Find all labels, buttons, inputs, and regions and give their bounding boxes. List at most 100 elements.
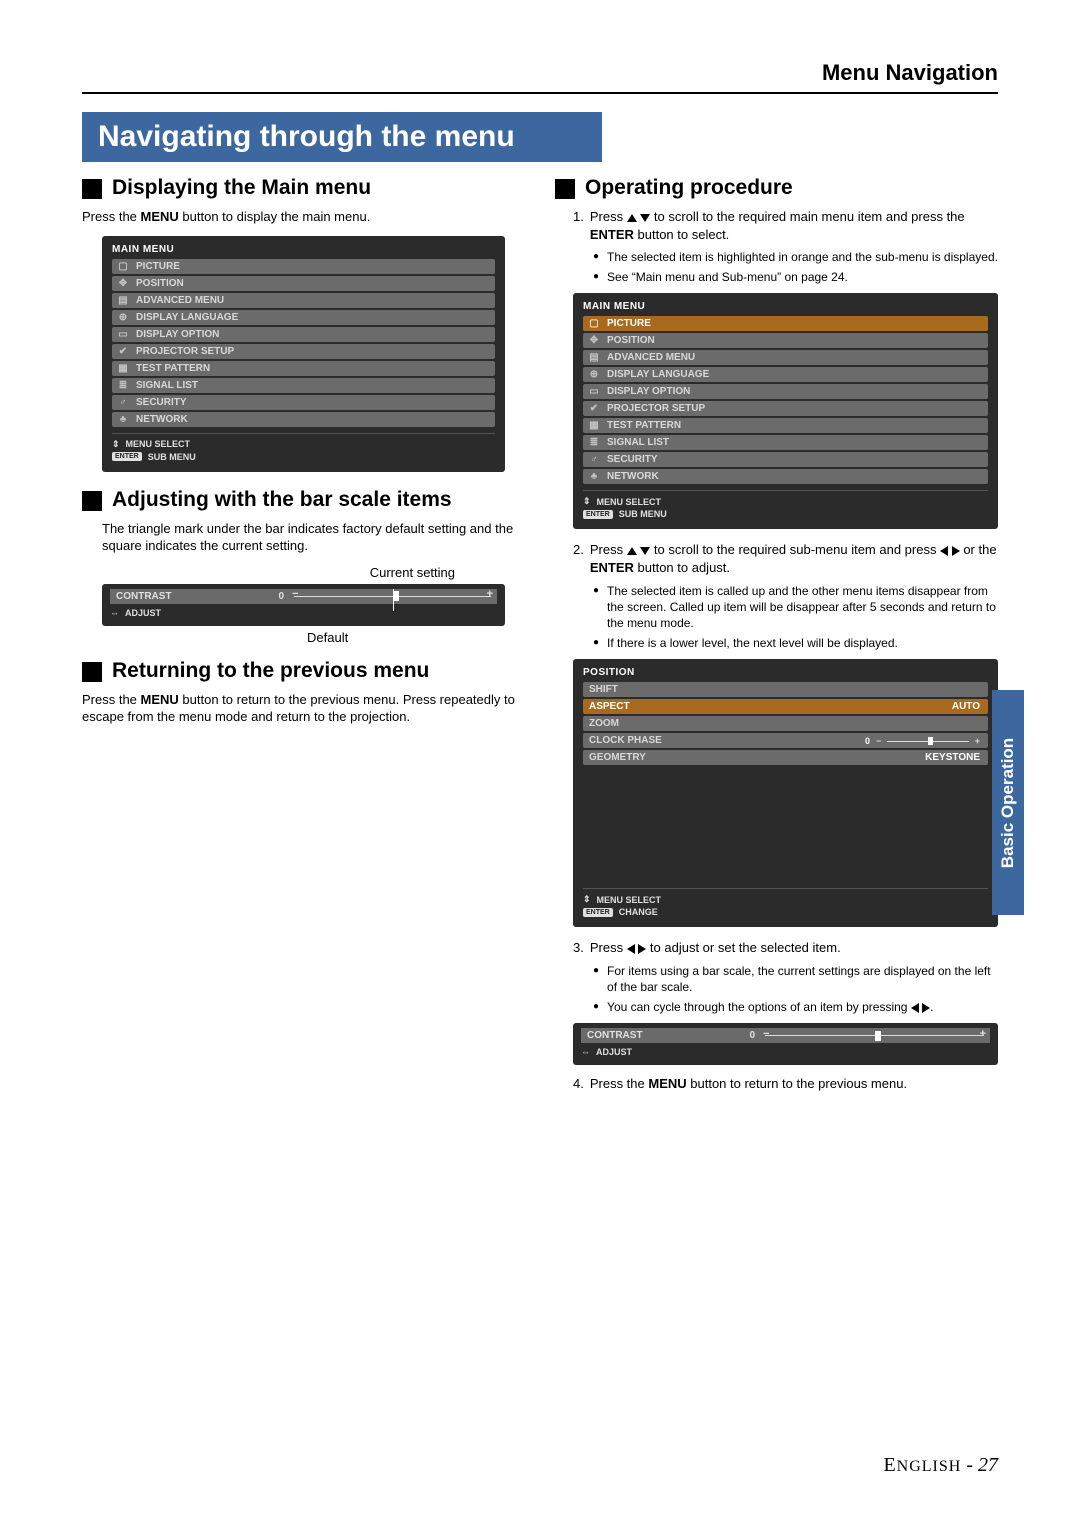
osd-row: ▦TEST PATTERN [583, 418, 988, 433]
right-column: Operating procedure 1. Press to scroll t… [555, 176, 998, 1099]
adjust-footer: ⇔ADJUST [581, 1047, 990, 1057]
step-4: 4. Press the MENU button to return to th… [573, 1075, 998, 1093]
step-number: 4. [573, 1075, 584, 1093]
label-default: Default [307, 630, 525, 645]
sub-bullet: ●For items using a bar scale, the curren… [593, 963, 998, 995]
plus-icon: + [975, 736, 980, 746]
updown-icon: ⇕ [583, 496, 591, 507]
step-text: Press to adjust or set the selected item… [590, 939, 841, 957]
heading-text: Displaying the Main menu [112, 176, 371, 200]
left-column: Displaying the Main menu Press the MENU … [82, 176, 525, 1099]
test-pattern-icon: ▦ [118, 363, 128, 374]
header-rule [82, 92, 998, 94]
plus-icon: + [980, 1028, 986, 1040]
updown-icon: ⇕ [112, 439, 120, 450]
osd-footer: ⇕MENU SELECT ENTERCHANGE [583, 888, 988, 917]
network-icon: ♣ [589, 471, 599, 482]
osd-row: ♣NETWORK [583, 469, 988, 484]
square-bullet-icon [555, 179, 575, 199]
step-number: 3. [573, 939, 584, 957]
contrast-value: 0 [737, 1030, 755, 1041]
osd-row: ≣SIGNAL LIST [583, 435, 988, 450]
osd-contrast-right: CONTRAST 0 − + ⇔ADJUST [573, 1023, 998, 1065]
osd-title: POSITION [583, 665, 988, 682]
bullet-icon: ● [593, 963, 599, 995]
enter-badge-icon: ENTER [583, 908, 613, 917]
bar-scale: − + [765, 1031, 984, 1041]
section-banner: Navigating through the menu [82, 112, 602, 162]
heading-adjusting-bar-scale: Adjusting with the bar scale items [82, 488, 525, 512]
right-arrow-icon [952, 546, 960, 556]
security-icon: ♂ [589, 454, 599, 465]
page-footer: ENGLISH - 27 [883, 1454, 998, 1477]
osd-footer: ⇕MENU SELECT ENTERSUB MENU [112, 433, 495, 462]
contrast-label: CONTRAST [587, 1030, 727, 1041]
step-text: Press the MENU button to return to the p… [590, 1075, 907, 1093]
two-column-layout: Displaying the Main menu Press the MENU … [82, 176, 998, 1099]
step-number: 1. [573, 208, 584, 243]
contrast-label: CONTRAST [116, 591, 256, 602]
step-1: 1. Press to scroll to the required main … [573, 208, 998, 243]
step-text: Press to scroll to the required sub-menu… [590, 541, 998, 576]
side-tab-basic-operation: Basic Operation [992, 690, 1024, 915]
osd-row: ▦TEST PATTERN [112, 361, 495, 376]
security-icon: ♂ [118, 397, 128, 408]
bar-scale-inline: 0 − + [865, 736, 980, 746]
osd-row: ZOOM [583, 716, 988, 731]
picture-icon: ▢ [118, 261, 128, 272]
left-arrow-icon [911, 1003, 919, 1013]
osd-row: ✥POSITION [583, 333, 988, 348]
minus-icon: − [763, 1028, 769, 1040]
osd-row: ♣NETWORK [112, 412, 495, 427]
row-value: KEYSTONE [925, 752, 980, 763]
network-icon: ♣ [118, 414, 128, 425]
osd-main-menu-left: MAIN MENU ▢PICTURE ✥POSITION ▤ADVANCED M… [102, 236, 505, 472]
osd-row: ✔PROJECTOR SETUP [112, 344, 495, 359]
display-option-icon: ▭ [589, 386, 599, 397]
bullet-icon: ● [593, 635, 599, 651]
right-arrow-icon [922, 1003, 930, 1013]
osd-row: ⊕DISPLAY LANGUAGE [583, 367, 988, 382]
page-header: Menu Navigation [82, 60, 998, 86]
osd-row: ♂SECURITY [112, 395, 495, 410]
osd-row: ▤ADVANCED MENU [112, 293, 495, 308]
bar-value: 0 [865, 736, 870, 746]
picture-icon: ▢ [589, 318, 599, 329]
bullet-icon: ● [593, 999, 599, 1015]
step-number: 2. [573, 541, 584, 576]
sub-bullet-text: You can cycle through the options of an … [607, 999, 933, 1015]
down-arrow-icon [640, 214, 650, 222]
up-arrow-icon [627, 214, 637, 222]
heading-text: Returning to the previous menu [112, 659, 429, 683]
current-marker-icon [875, 1031, 881, 1041]
heading-returning-previous: Returning to the previous menu [82, 659, 525, 683]
bullet-icon: ● [593, 583, 599, 632]
plus-icon: + [487, 588, 493, 600]
heading-displaying-main-menu: Displaying the Main menu [82, 176, 525, 200]
page-number: 27 [978, 1454, 998, 1476]
contrast-value: 0 [266, 591, 284, 602]
osd-main-menu-right: MAIN MENU ▢PICTURE ✥POSITION ▤ADVANCED M… [573, 293, 998, 529]
square-bullet-icon [82, 491, 102, 511]
display-option-icon: ▭ [118, 329, 128, 340]
bullet-icon: ● [593, 269, 599, 285]
bullet-icon: ● [593, 249, 599, 265]
osd-row: ▤ADVANCED MENU [583, 350, 988, 365]
body-s1: Press the MENU button to display the mai… [82, 208, 525, 226]
osd-row-highlighted: ▢PICTURE [583, 316, 988, 331]
sub-bullet: ●The selected item is highlighted in ora… [593, 249, 998, 265]
contrast-row: CONTRAST 0 − + [110, 589, 497, 604]
enter-badge-icon: ENTER [112, 452, 142, 461]
minus-icon: − [876, 736, 881, 746]
down-arrow-icon [640, 547, 650, 555]
osd-row: ⊕DISPLAY LANGUAGE [112, 310, 495, 325]
osd-row: ▭DISPLAY OPTION [583, 384, 988, 399]
signal-list-icon: ≣ [118, 380, 128, 391]
leftright-icon: ⇔ [110, 608, 119, 618]
body-s2: The triangle mark under the bar indicate… [102, 520, 525, 555]
heading-text: Operating procedure [585, 176, 793, 200]
projector-setup-icon: ✔ [589, 403, 599, 414]
projector-setup-icon: ✔ [118, 346, 128, 357]
osd-row: ▭DISPLAY OPTION [112, 327, 495, 342]
enter-badge-icon: ENTER [583, 510, 613, 519]
